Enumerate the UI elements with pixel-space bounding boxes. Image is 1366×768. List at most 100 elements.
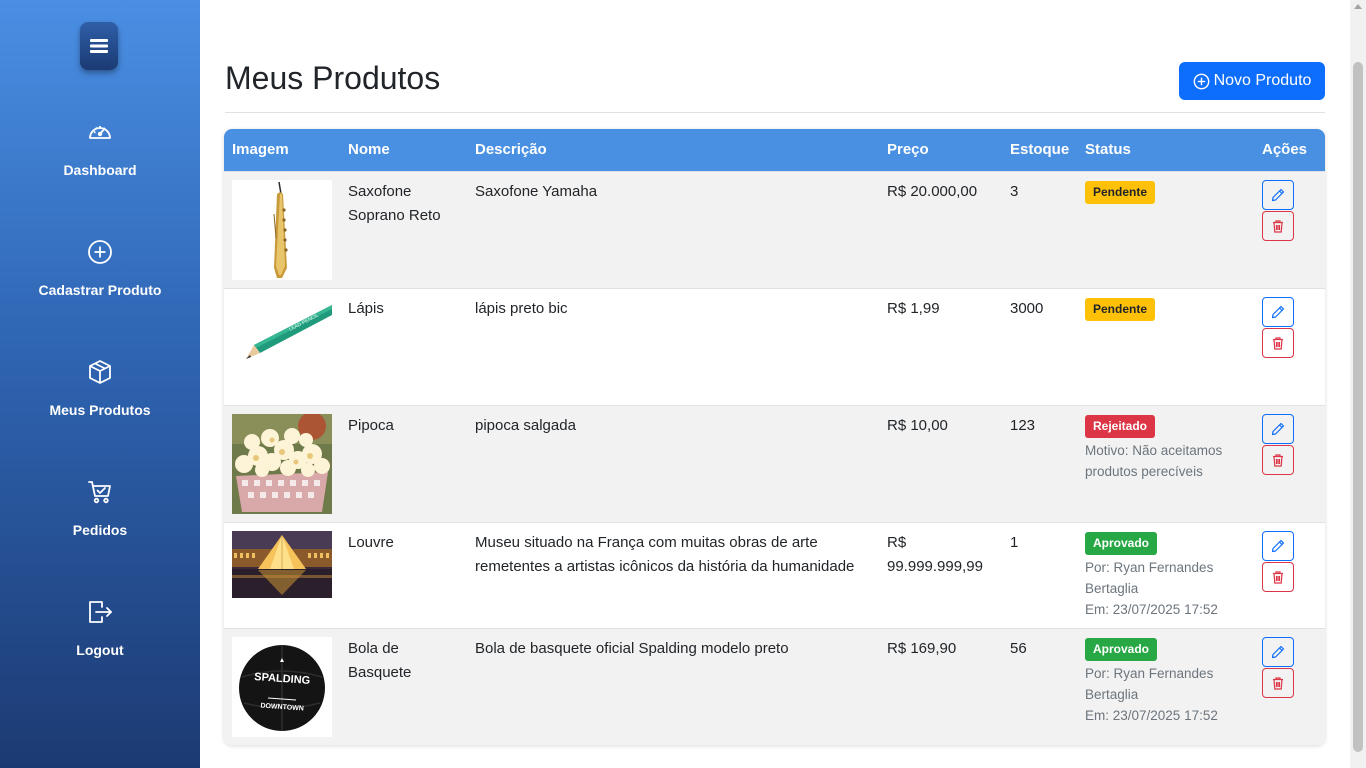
new-product-button[interactable]: Novo Produto <box>1179 62 1325 100</box>
product-status-cell: Aprovado Por: Ryan Fernandes Bertaglia E… <box>1077 627 1254 745</box>
product-stock: 3 <box>1002 170 1077 288</box>
sidebar-item-label: Dashboard <box>63 162 137 178</box>
plus-circle-icon <box>86 238 114 266</box>
approved-date-line: Em: 23/07/2025 17:52 <box>1085 707 1218 723</box>
saxophone-image <box>232 179 332 280</box>
status-note-line: produtos perecíveis <box>1085 463 1203 479</box>
scrollbar-thumb[interactable] <box>1353 62 1363 752</box>
approved-by-line: Por: Ryan Fernandes <box>1085 665 1214 681</box>
pencil-icon <box>1271 305 1285 318</box>
product-name: Saxofone Soprano Reto <box>340 170 467 288</box>
pencil-image: LEAD PENCIL <box>232 296 332 397</box>
plus-circle-icon <box>1193 73 1209 89</box>
product-price: R$ 10,00 <box>879 404 1002 522</box>
sidebar-item-dashboard[interactable]: Dashboard <box>0 118 200 198</box>
approved-by-line: Bertaglia <box>1085 686 1139 702</box>
delete-button[interactable] <box>1262 444 1294 475</box>
product-description: Saxofone Yamaha <box>467 170 879 288</box>
products-table: Imagem Nome Descrição Preço Estoque Stat… <box>224 129 1325 745</box>
status-badge: Rejeitado <box>1085 414 1156 438</box>
product-actions-cell <box>1254 404 1325 522</box>
product-image-cell <box>224 404 340 522</box>
product-actions-cell <box>1254 170 1325 288</box>
main-content: Meus Produtos Novo Produto Imagem Nome D… <box>200 0 1350 768</box>
table-row: SPALDING DOWNTOWN Bola de Basquete Bola … <box>224 627 1325 745</box>
product-image-cell: SPALDING DOWNTOWN <box>224 627 340 745</box>
status-badge: Pendente <box>1085 297 1156 321</box>
status-note: Motivo: Não aceitamos produtos perecívei… <box>1085 440 1246 482</box>
sidebar-item-pedidos[interactable]: Pedidos <box>0 478 200 558</box>
title-divider <box>225 112 1325 113</box>
product-description: lápis preto bic <box>467 287 879 405</box>
pencil-icon <box>1271 422 1285 435</box>
product-image-cell: LEAD PENCIL <box>224 287 340 405</box>
edit-button[interactable] <box>1262 636 1294 667</box>
new-product-label: Novo Produto <box>1213 72 1312 89</box>
delete-button[interactable] <box>1262 327 1294 358</box>
product-stock: 123 <box>1002 404 1077 522</box>
approved-by-line: Bertaglia <box>1085 580 1139 596</box>
status-badge: Pendente <box>1085 180 1156 204</box>
sidebar-item-label: Logout <box>76 642 124 658</box>
hamburger-icon <box>90 39 108 53</box>
product-image-cell <box>224 170 340 288</box>
cart-icon <box>86 478 114 506</box>
product-stock: 3000 <box>1002 287 1077 405</box>
product-price: R$ 169,90 <box>879 627 1002 745</box>
basketball-image: SPALDING DOWNTOWN <box>232 636 332 737</box>
product-price: R$ 1,99 <box>879 287 1002 405</box>
delete-button[interactable] <box>1262 667 1294 698</box>
sidebar-item-cadastrar-produto[interactable]: Cadastrar Produto <box>0 238 200 318</box>
status-note-line: Motivo: Não aceitamos <box>1085 442 1223 458</box>
column-header-preco: Preço <box>879 129 1002 171</box>
product-price: R$ 20.000,00 <box>879 170 1002 288</box>
column-header-acoes: Ações <box>1254 129 1325 171</box>
box-icon <box>86 358 114 386</box>
approved-by-line: Por: Ryan Fernandes <box>1085 559 1214 575</box>
sidebar-item-label: Pedidos <box>72 522 128 538</box>
delete-button[interactable] <box>1262 561 1294 592</box>
column-header-nome: Nome <box>340 129 467 171</box>
product-status-cell: Pendente <box>1077 170 1254 288</box>
edit-button[interactable] <box>1262 530 1294 561</box>
product-description: pipoca salgada <box>467 404 879 522</box>
sidebar-item-meus-produtos[interactable]: Meus Produtos <box>0 358 200 438</box>
product-status-cell: Pendente <box>1077 287 1254 405</box>
table-row: Louvre Museu situado na França com muita… <box>224 521 1325 628</box>
approved-date-line: Em: 23/07/2025 17:52 <box>1085 601 1218 617</box>
pencil-icon <box>1271 188 1285 201</box>
trash-icon <box>1273 453 1283 467</box>
delete-button[interactable] <box>1262 210 1294 241</box>
scroll-up-arrow-icon[interactable] <box>1354 4 1362 9</box>
product-actions-cell <box>1254 627 1325 745</box>
product-actions-cell <box>1254 521 1325 628</box>
table-row: Pipoca pipoca salgada R$ 10,00 123 Rejei… <box>224 404 1325 522</box>
trash-icon <box>1273 336 1283 350</box>
product-stock: 1 <box>1002 521 1077 628</box>
table-row: LEAD PENCIL Lápis lápis preto bic R$ 1,9… <box>224 287 1325 405</box>
product-name: Lápis <box>340 287 467 405</box>
page-title: Meus Produtos <box>225 60 441 96</box>
pencil-icon <box>1271 539 1285 552</box>
status-note: Por: Ryan Fernandes Bertaglia Em: 23/07/… <box>1085 557 1246 620</box>
edit-button[interactable] <box>1262 413 1294 444</box>
trash-icon <box>1273 570 1283 584</box>
product-description: Bola de basquete oficial Spalding modelo… <box>467 627 879 745</box>
logout-icon <box>86 598 114 626</box>
product-name: Pipoca <box>340 404 467 522</box>
scrollbar[interactable] <box>1350 0 1366 768</box>
edit-button[interactable] <box>1262 179 1294 210</box>
product-stock: 56 <box>1002 627 1077 745</box>
sidebar-item-label: Cadastrar Produto <box>38 282 162 298</box>
product-description: Museu situado na França com muitas obras… <box>467 521 879 628</box>
product-name: Louvre <box>340 521 467 628</box>
product-actions-cell <box>1254 287 1325 405</box>
product-status-cell: Aprovado Por: Ryan Fernandes Bertaglia E… <box>1077 521 1254 628</box>
popcorn-image <box>232 413 332 514</box>
sidebar-item-logout[interactable]: Logout <box>0 598 200 678</box>
column-header-descricao: Descrição <box>467 129 879 171</box>
product-name: Bola de Basquete <box>340 627 467 745</box>
menu-toggle-button[interactable] <box>80 22 118 70</box>
edit-button[interactable] <box>1262 296 1294 327</box>
louvre-image <box>232 530 332 598</box>
